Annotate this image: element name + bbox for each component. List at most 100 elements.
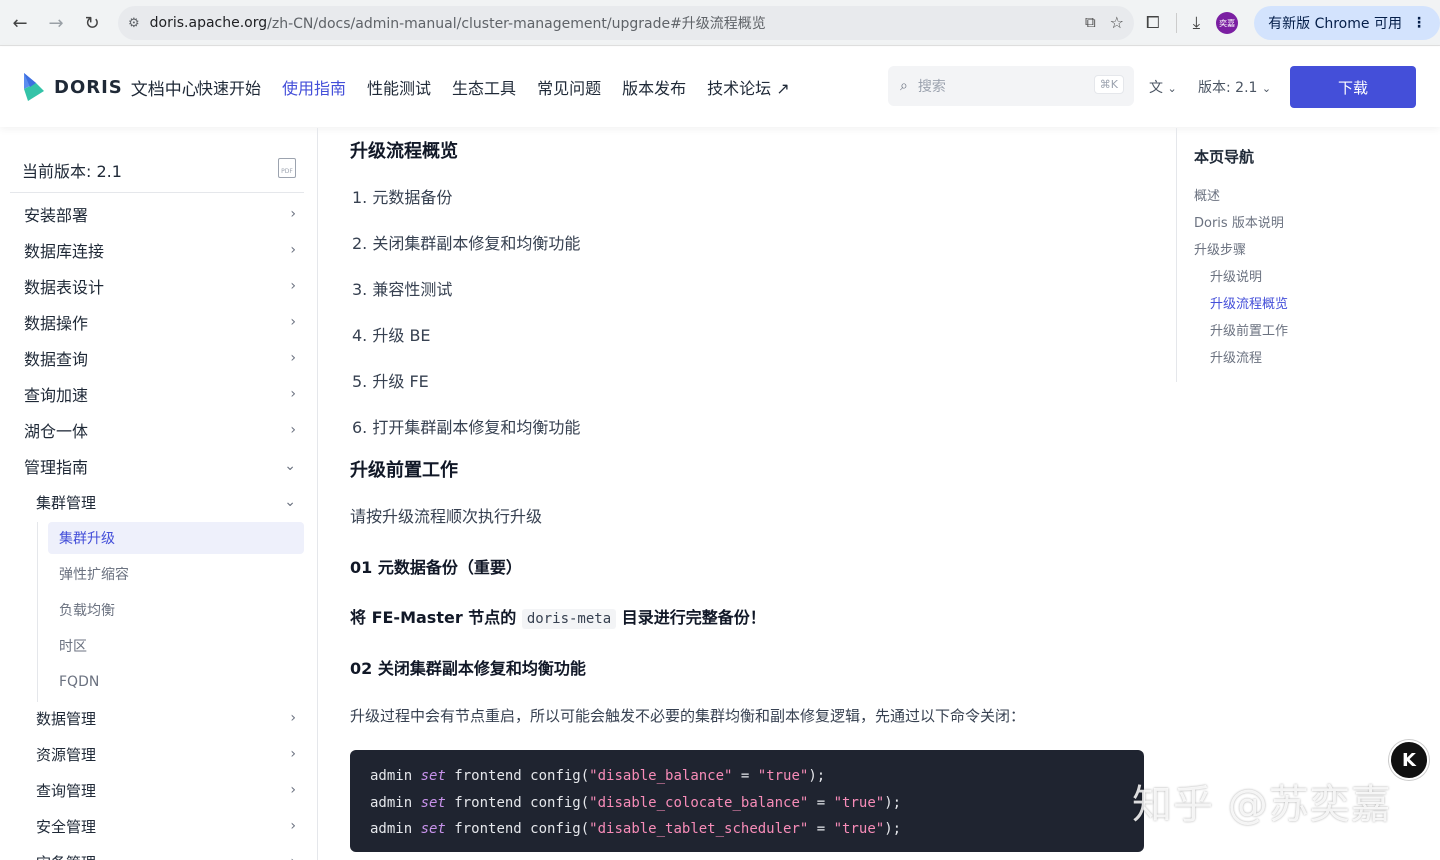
sidebar-item-label: 安全管理 [36, 817, 97, 836]
sidebar-item-query[interactable]: 数据查询 › [10, 342, 304, 374]
table-of-contents: 本页导航 概述 Doris 版本说明 升级步骤 升级说明 升级流程概览 升级前置… [1176, 128, 1416, 382]
address-bar[interactable]: ⚙ doris.apache.org/zh-CN/docs/admin-manu… [118, 6, 1134, 40]
site-logo[interactable]: DORIS 文档中心 [22, 71, 199, 103]
section-02-title: 02 关闭集群副本修复和均衡功能 [350, 659, 586, 678]
nav-quick-start[interactable]: 快速开始 [197, 75, 261, 99]
chevron-right-icon: › [290, 746, 296, 762]
chrome-update-button[interactable]: 有新版 Chrome 可用 ⋮ [1254, 6, 1440, 40]
sidebar-item-elastic-scaling[interactable]: 弹性扩缩容 [48, 558, 304, 590]
sidebar-item-label: 资源管理 [36, 745, 97, 764]
top-nav: 快速开始 使用指南 性能测试 生态工具 常见问题 版本发布 技术论坛 ↗ [197, 75, 790, 99]
bookmark-star-icon[interactable]: ☆ [1110, 13, 1124, 32]
extensions-icon[interactable]: ⧠ [1146, 13, 1160, 33]
toc-item[interactable]: 升级流程 [1210, 347, 1262, 366]
nav-releases[interactable]: 版本发布 [622, 75, 686, 99]
sidebar-item-db-connect[interactable]: 数据库连接 › [10, 234, 304, 266]
chevron-down-icon: ⌄ [1167, 82, 1177, 95]
reload-icon[interactable]: ↻ [74, 5, 110, 41]
divider [10, 192, 304, 193]
sidebar-item-load-balance[interactable]: 负载均衡 [48, 594, 304, 626]
sidebar-item-label: 数据操作 [24, 314, 89, 333]
prep-text: 请按升级流程顺次执行升级 [350, 507, 543, 526]
nav-forum[interactable]: 技术论坛 ↗ [707, 75, 790, 99]
sidebar-item-label: 数据表设计 [24, 278, 105, 297]
chevron-down-icon: ⌄ [284, 494, 296, 510]
sidebar-item-query-accel[interactable]: 查询加速 › [10, 378, 304, 410]
search-placeholder: 搜索 [917, 79, 946, 95]
chevron-right-icon: › [290, 278, 296, 294]
sidebar-item-cluster-mgmt[interactable]: 集群管理 ⌄ [10, 486, 304, 518]
sidebar-item-data-mgmt[interactable]: 数据管理 › [10, 702, 304, 734]
update-label: 有新版 Chrome 可用 [1268, 16, 1402, 32]
external-link-icon: ↗ [776, 79, 790, 98]
toc-item[interactable]: 概述 [1194, 185, 1220, 204]
site-info-icon[interactable]: ⚙ [128, 16, 140, 31]
step-item: 2. 关闭集群副本修复和均衡功能 [352, 234, 581, 253]
profile-avatar[interactable]: 奕嘉 [1216, 12, 1239, 34]
step-item: 5. 升级 FE [352, 372, 429, 391]
sidebar-item-label: 查询加速 [24, 386, 89, 405]
search-icon: ⌕ [900, 78, 908, 94]
open-in-app-icon[interactable]: ⧉ [1085, 13, 1096, 32]
heading-upgrade-overview: 升级流程概览 [350, 141, 458, 162]
sidebar-item-label: 查询管理 [36, 781, 97, 800]
version-switcher[interactable]: 版本: 2.1 ⌄ [1198, 77, 1271, 97]
sidebar-item-label: FQDN [59, 674, 100, 690]
watermark: 知乎 @苏奕嘉 [1132, 782, 1392, 828]
sidebar-item-dr-mgmt[interactable]: 灾备管理 › [10, 846, 304, 860]
pdf-icon[interactable]: PDF [278, 158, 296, 178]
toc-item[interactable]: 升级说明 [1210, 266, 1262, 285]
chevron-down-icon: ⌄ [284, 458, 296, 474]
toc-item[interactable]: Doris 版本说明 [1194, 212, 1284, 231]
code-block[interactable]: admin set frontend config("disable_balan… [350, 750, 1144, 852]
sidebar-item-query-mgmt[interactable]: 查询管理 › [10, 774, 304, 806]
version-label: 版本: 2.1 [1198, 80, 1258, 96]
sidebar-item-label: 安装部署 [24, 206, 89, 225]
nav-user-guide[interactable]: 使用指南 [282, 75, 346, 99]
nav-benchmark[interactable]: 性能测试 [367, 75, 431, 99]
code-line: admin set frontend config("disable_table… [370, 821, 902, 837]
url-path: /zh-CN/docs/admin-manual/cluster-managem… [267, 16, 766, 32]
browser-toolbar: ← → ↻ ⚙ doris.apache.org/zh-CN/docs/admi… [0, 0, 1440, 46]
sidebar-item-label: 弹性扩缩容 [59, 567, 129, 583]
code-line: admin set frontend config("disable_balan… [370, 768, 826, 784]
translate-icon: 文 [1149, 80, 1163, 96]
sidebar-item-lakehouse[interactable]: 湖仓一体 › [10, 414, 304, 446]
floating-assistant-button[interactable]: K [1389, 740, 1429, 780]
chevron-right-icon: › [290, 206, 296, 222]
site-header: DORIS 文档中心 快速开始 使用指南 性能测试 生态工具 常见问题 版本发布… [0, 47, 1440, 127]
sidebar-item-table-design[interactable]: 数据表设计 › [10, 270, 304, 302]
back-arrow-icon[interactable]: ← [2, 5, 38, 41]
nav-faq[interactable]: 常见问题 [537, 75, 601, 99]
sidebar-item-timezone[interactable]: 时区 [48, 630, 304, 662]
toc-item[interactable]: 升级步骤 [1194, 239, 1246, 258]
section-02-text: 升级过程中会有节点重启，所以可能会触发不必要的集群均衡和副本修复逻辑，先通过以下… [350, 707, 1026, 725]
heading-upgrade-prep: 升级前置工作 [350, 460, 458, 481]
sidebar-item-cluster-upgrade[interactable]: 集群升级 [48, 522, 304, 554]
toc-item-active[interactable]: 升级流程概览 [1210, 293, 1288, 312]
nav-ecosystem[interactable]: 生态工具 [452, 75, 516, 99]
sidebar-item-fqdn[interactable]: FQDN [48, 666, 304, 698]
sidebar-item-security-mgmt[interactable]: 安全管理 › [10, 810, 304, 842]
inline-code: doris-meta [521, 609, 617, 629]
forward-arrow-icon[interactable]: → [38, 5, 74, 41]
step-item: 4. 升级 BE [352, 326, 431, 345]
more-vert-icon[interactable]: ⋮ [1412, 15, 1426, 31]
sidebar-item-install[interactable]: 安装部署 › [10, 198, 304, 230]
sidebar-item-label: 管理指南 [24, 458, 89, 477]
sidebar-item-label: 数据管理 [36, 709, 97, 728]
download-button[interactable]: 下载 [1290, 66, 1416, 108]
tree-guide-line [37, 522, 38, 702]
toc-item[interactable]: 升级前置工作 [1210, 320, 1288, 339]
sidebar-item-resource-mgmt[interactable]: 资源管理 › [10, 738, 304, 770]
search-input[interactable]: ⌕ 搜索 ⌘K [888, 66, 1134, 106]
language-switcher[interactable]: 文 ⌄ [1149, 77, 1177, 97]
sidebar-item-data-ops[interactable]: 数据操作 › [10, 306, 304, 338]
chevron-right-icon: › [290, 422, 296, 438]
sidebar-item-admin-guide[interactable]: 管理指南 ⌄ [10, 450, 304, 482]
doris-logo-icon [24, 73, 44, 101]
sidebar-item-label: 集群管理 [36, 493, 97, 512]
download-icon[interactable]: ⤓ [1193, 13, 1201, 33]
backup-instruction: 将 FE-Master 节点的 doris-meta 目录进行完整备份！ [350, 604, 766, 629]
sidebar-item-label: 数据查询 [24, 350, 89, 369]
